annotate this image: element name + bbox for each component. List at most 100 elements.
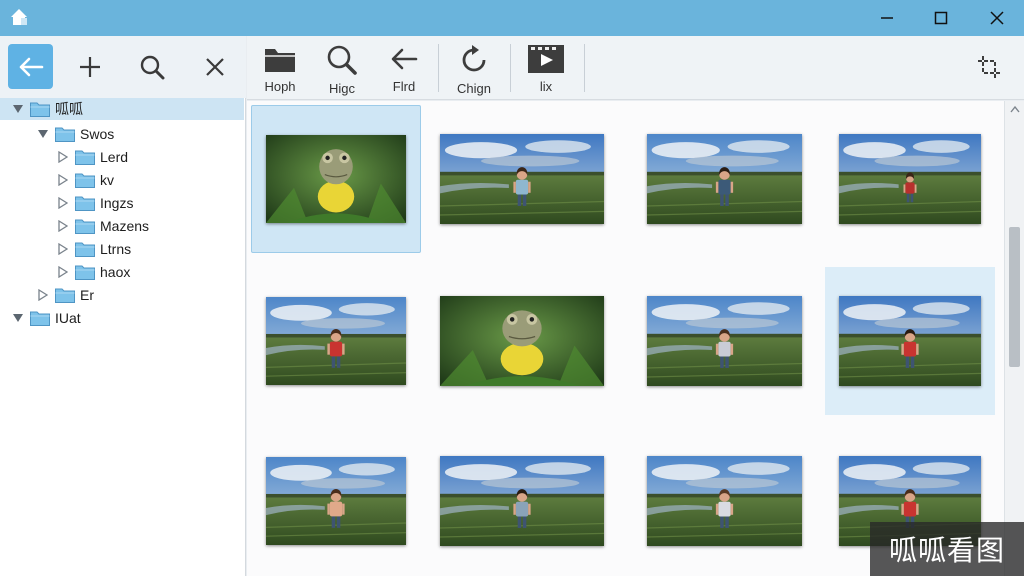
scrollbar-thumb[interactable] — [1009, 227, 1020, 367]
toolbar-button-chign[interactable]: Chign — [441, 40, 507, 96]
home-icon[interactable] — [9, 7, 29, 27]
image-tile[interactable] — [251, 105, 421, 253]
toolbar-separator — [438, 44, 439, 92]
folder-icon — [30, 102, 50, 117]
image-thumbnail — [440, 456, 604, 546]
image-thumbnail — [266, 135, 406, 223]
vertical-scrollbar[interactable] — [1004, 101, 1024, 576]
chevron-down-icon[interactable] — [12, 312, 24, 324]
toolbar-label: lix — [539, 79, 553, 94]
folder-icon — [75, 196, 95, 211]
folder-icon — [55, 288, 75, 303]
chevron-right-icon[interactable] — [57, 151, 69, 163]
image-tile[interactable] — [639, 427, 809, 575]
folder-icon — [75, 242, 95, 257]
close-x-icon — [205, 57, 224, 76]
folder-icon — [30, 311, 50, 326]
chevron-right-icon[interactable] — [57, 174, 69, 186]
toolbar-label: Higc — [328, 81, 355, 96]
close-button[interactable] — [970, 0, 1024, 36]
image-tile[interactable] — [437, 267, 607, 415]
sidebar-toolbar — [0, 36, 246, 98]
image-thumbnail — [646, 296, 802, 386]
image-thumbnail — [266, 457, 406, 545]
image-tile[interactable] — [251, 427, 421, 575]
search-button[interactable] — [129, 44, 174, 89]
toolbar-separator — [510, 44, 511, 92]
tree-item[interactable]: haox — [0, 261, 244, 283]
image-thumbnail — [440, 134, 604, 224]
tree-item[interactable]: Ltrns — [0, 238, 244, 260]
chevron-right-icon[interactable] — [57, 220, 69, 232]
chevron-down-icon[interactable] — [37, 128, 49, 140]
chevron-right-icon[interactable] — [57, 266, 69, 278]
tree-item-label: 呱呱 — [55, 101, 83, 117]
image-thumbnail — [646, 456, 802, 546]
chevron-right-icon[interactable] — [57, 197, 69, 209]
chevron-right-icon[interactable] — [37, 289, 49, 301]
toolbar-label: Hoph — [264, 79, 296, 94]
tree-item-label: Swos — [80, 126, 115, 142]
folder-icon — [75, 265, 95, 280]
toolbar-button-lix[interactable]: lix — [513, 40, 579, 96]
crop-icon — [978, 56, 1000, 78]
tree-item-label: Er — [80, 287, 94, 303]
tree-item[interactable]: Swos — [0, 123, 244, 145]
toolbar-button-hoph[interactable]: Hoph — [247, 40, 313, 96]
tree-item-label: Ingzs — [100, 195, 134, 211]
magnifier-icon — [140, 55, 164, 79]
image-thumbnail — [839, 296, 981, 386]
image-tile[interactable] — [825, 105, 995, 253]
add-button[interactable] — [67, 44, 112, 89]
rotate-icon — [462, 45, 486, 72]
video-icon — [528, 45, 564, 73]
back-button[interactable] — [8, 44, 53, 89]
toolbar-separator — [584, 44, 585, 92]
tree-item[interactable]: Ingzs — [0, 192, 244, 214]
watermark: 呱呱看图 — [870, 522, 1024, 576]
minimize-icon — [881, 17, 893, 19]
tree-item[interactable]: Lerd — [0, 146, 244, 168]
main-toolbar: Hoph Higc Flrd Chign lix — [247, 36, 1024, 100]
tree-item[interactable]: kv — [0, 169, 244, 191]
folder-icon — [75, 150, 95, 165]
image-tile[interactable] — [437, 427, 607, 575]
arrow-left-icon — [391, 48, 418, 70]
crop-button[interactable] — [974, 52, 1004, 82]
tree-item[interactable]: IUat — [0, 307, 244, 329]
image-thumbnail — [839, 134, 981, 224]
title-bar — [0, 0, 1024, 36]
tree-item[interactable]: Mazens — [0, 215, 244, 237]
tree-item[interactable]: Er — [0, 284, 244, 306]
toolbar-button-higc[interactable]: Higc — [309, 40, 375, 96]
toolbar-label: Chign — [457, 81, 491, 96]
minimize-button[interactable] — [860, 0, 914, 36]
chevron-right-icon[interactable] — [57, 243, 69, 255]
tree-item[interactable]: 呱呱 — [0, 98, 244, 120]
folder-icon — [75, 219, 95, 234]
tree-item-label: Lerd — [100, 149, 129, 165]
back-arrow-icon — [19, 57, 43, 76]
close-icon — [990, 11, 1004, 25]
tree-item-label: Ltrns — [100, 241, 132, 257]
maximize-button[interactable] — [914, 0, 968, 36]
folder-icon — [265, 49, 295, 72]
folder-icon — [55, 127, 75, 142]
toolbar-button-flrd[interactable]: Flrd — [371, 40, 437, 96]
maximize-icon — [934, 11, 948, 25]
image-grid — [247, 101, 1004, 576]
image-tile[interactable] — [639, 105, 809, 253]
tree-item-label: haox — [100, 264, 131, 280]
image-tile[interactable] — [639, 267, 809, 415]
clear-button[interactable] — [192, 44, 237, 89]
sidebar: 呱呱 Swos Lerd kv Ingzs Mazens Ltrns haox Er IUat — [0, 36, 246, 576]
image-tile[interactable] — [437, 105, 607, 253]
image-thumbnail — [266, 297, 406, 385]
magnifier-icon — [327, 45, 357, 75]
scroll-up-icon[interactable] — [1010, 105, 1020, 113]
image-thumbnail — [646, 134, 802, 224]
folder-icon — [75, 173, 95, 188]
image-tile[interactable] — [825, 267, 995, 415]
image-tile[interactable] — [251, 267, 421, 415]
chevron-down-icon[interactable] — [12, 103, 24, 115]
